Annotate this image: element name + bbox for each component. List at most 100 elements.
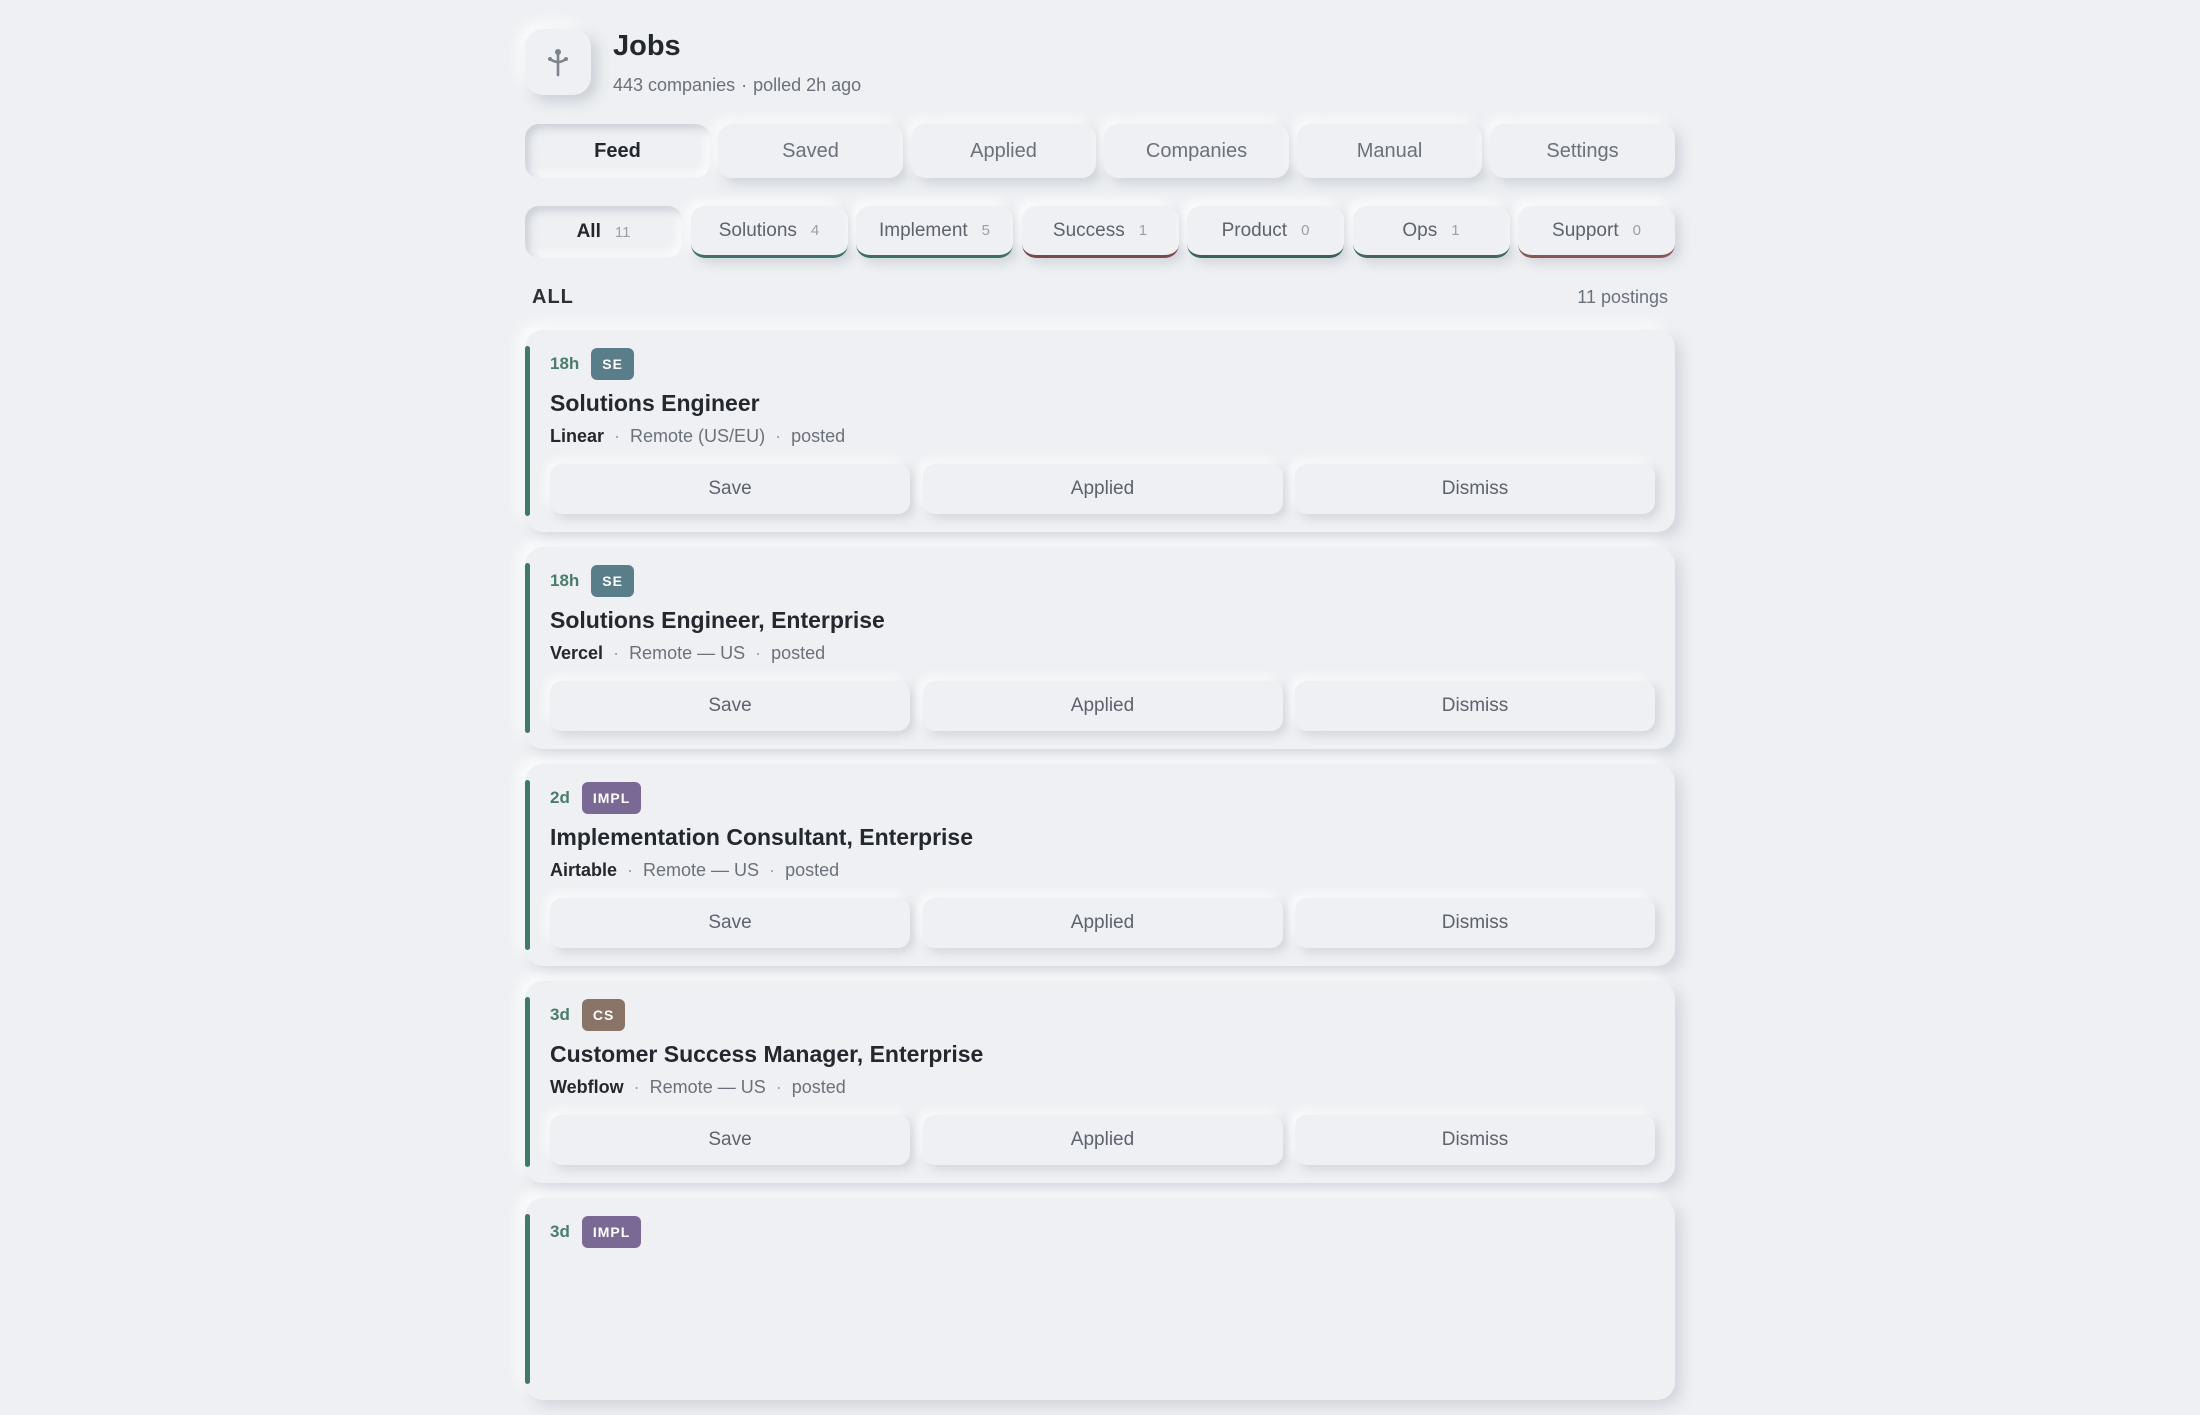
job-location: Remote — US [649,1077,766,1097]
job-status: posted [771,643,826,663]
job-company: Linear [550,426,605,446]
separator-dot: · [769,860,776,880]
app-logo[interactable] [525,29,591,95]
filter-chip-implement[interactable]: Implement 5 [856,206,1013,258]
filter-count: 5 [981,222,991,239]
filter-label: Support [1552,219,1619,241]
section-header: ALL 11 postings [532,286,1668,309]
main-tabs: Feed Saved Applied Companies Manual Sett… [525,124,1675,178]
job-actions: Save Applied Dismiss [550,1115,1655,1165]
separator-dot: · [755,643,762,663]
save-button[interactable]: Save [550,464,910,514]
job-age: 18h [550,571,580,590]
filter-label: Solutions [718,219,797,241]
job-category-badge: SE [591,565,634,597]
save-button[interactable]: Save [550,1115,910,1165]
job-location: Remote — US [643,860,760,880]
card-accent-bar [525,1214,530,1384]
card-accent-bar [525,563,530,733]
filter-chip-solutions[interactable]: Solutions 4 [690,206,848,258]
dismiss-button[interactable]: Dismiss [1295,464,1655,514]
job-actions: Save Applied Dismiss [550,681,1655,731]
job-location: Remote (US/EU) [630,426,766,446]
job-company: Webflow [550,1077,624,1097]
dismiss-button[interactable]: Dismiss [1295,898,1655,948]
poll-status: polled 2h ago [753,75,862,95]
filter-count: 0 [1301,222,1310,239]
job-age: 3d [550,1222,570,1241]
separator-dot: · [775,1077,782,1097]
filter-chip-success[interactable]: Success 1 [1021,206,1179,258]
job-title[interactable]: Customer Success Manager, Enterprise [550,1041,983,1068]
filter-count: 1 [1138,222,1148,239]
filter-chip-support[interactable]: Support 0 [1518,206,1675,258]
job-card: 18h SE Solutions Engineer Linear · Remote … [525,330,1675,532]
separator-dot: · [613,643,620,663]
job-meta: 18h SE [550,565,634,597]
job-card: 18h SE Solutions Engineer, Enterprise Ve… [525,547,1675,749]
job-card: 3d IMPL [525,1198,1675,1400]
applied-button[interactable]: Applied [922,681,1283,731]
filter-label: Product [1221,219,1288,241]
separator-dot: · [627,860,634,880]
job-details: Vercel · Remote — US · posted [550,643,825,664]
job-actions: Save Applied Dismiss [550,464,1655,514]
save-button[interactable]: Save [550,681,910,731]
tab-saved[interactable]: Saved [718,124,903,178]
category-filters: All 11 Solutions 4 Implement 5 Success 1… [525,206,1675,258]
job-actions: Save Applied Dismiss [550,898,1655,948]
job-age: 2d [550,788,570,807]
filter-label: Success [1052,219,1125,241]
filter-label: Ops [1402,219,1438,241]
filter-label: All [576,221,601,242]
job-company: Vercel [550,643,604,663]
separator-dot: · [614,426,621,446]
filter-count: 11 [614,223,631,241]
filter-count: 0 [1632,222,1641,239]
companies-count: 443 companies [613,75,736,95]
job-status: posted [791,426,846,446]
applied-button[interactable]: Applied [922,1115,1283,1165]
job-meta: 2d IMPL [550,782,642,814]
job-age: 3d [550,1005,570,1024]
filter-count: 4 [810,222,820,239]
applied-button[interactable]: Applied [922,898,1283,948]
job-title[interactable]: Implementation Consultant, Enterprise [550,824,973,851]
filter-label: Implement [878,219,968,241]
filter-chip-ops[interactable]: Ops 1 [1352,206,1510,258]
job-card: 3d CS Customer Success Manager, Enterpri… [525,981,1675,1183]
job-category-badge: CS [581,999,626,1031]
tab-manual[interactable]: Manual [1297,124,1482,178]
postings-count: 11 postings [1577,287,1668,307]
dismiss-button[interactable]: Dismiss [1295,681,1655,731]
save-button[interactable]: Save [550,898,910,948]
job-category-badge: IMPL [581,1216,642,1248]
tab-applied[interactable]: Applied [911,124,1096,178]
job-list: 18h SE Solutions Engineer Linear · Remote … [525,330,1675,1415]
separator-dot: · [633,1077,640,1097]
card-accent-bar [525,997,530,1167]
job-meta: 3d IMPL [550,1216,642,1248]
tab-feed[interactable]: Feed [525,124,710,178]
filter-chip-all[interactable]: All 11 [525,206,682,258]
dismiss-button[interactable]: Dismiss [1295,1115,1655,1165]
job-title[interactable]: Solutions Engineer [550,390,760,417]
job-status: posted [791,1077,846,1097]
filter-chip-product[interactable]: Product 0 [1187,206,1344,258]
job-card: 2d IMPL Implementation Consultant, Enter… [525,764,1675,966]
tab-companies[interactable]: Companies [1104,124,1289,178]
tab-settings[interactable]: Settings [1490,124,1675,178]
job-company: Airtable [550,860,618,880]
applied-button[interactable]: Applied [922,464,1283,514]
job-category-badge: SE [591,348,634,380]
separator-dot: · [775,426,782,446]
page-subtitle: 443 companies · polled 2h ago [613,75,861,96]
job-age: 18h [550,354,580,373]
job-meta: 3d CS [550,999,626,1031]
app-root: Jobs 443 companies · polled 2h ago Feed Sa… [525,0,1675,1400]
job-details: Airtable · Remote — US · posted [550,860,839,881]
job-category-badge: IMPL [581,782,642,814]
card-accent-bar [525,346,530,516]
job-title[interactable]: Solutions Engineer, Enterprise [550,607,885,634]
job-details: Linear · Remote (US/EU) · posted [550,426,845,447]
